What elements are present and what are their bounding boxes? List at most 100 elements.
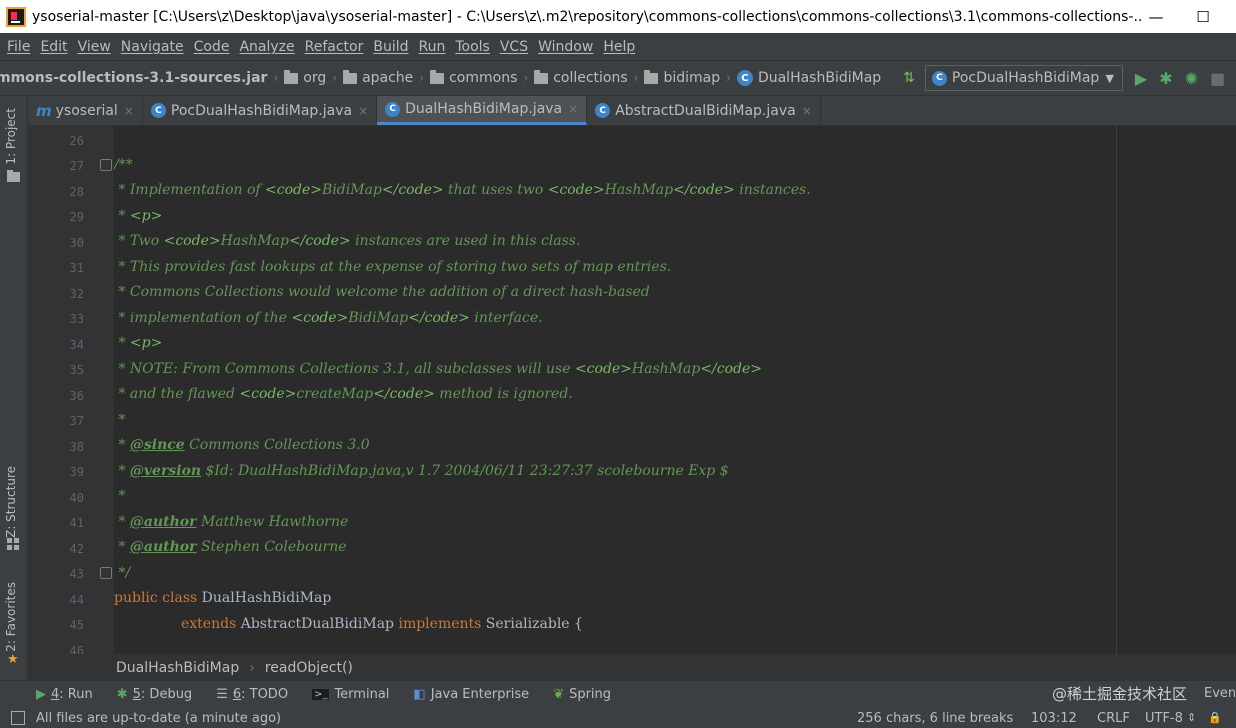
close-icon[interactable]: ×	[568, 102, 578, 116]
tab-label: PocDualHashBidiMap.java	[170, 102, 353, 119]
build-arrows-icon[interactable]: ⇅	[903, 70, 915, 86]
terminal-icon: >_	[312, 689, 330, 700]
caret-down-icon: ▼	[1105, 71, 1114, 85]
menu-tools[interactable]: Tools	[450, 39, 495, 55]
tool-label: : Debug	[140, 687, 193, 702]
menu-code[interactable]: Code	[189, 39, 235, 55]
nav-crumb-collections[interactable]: collections	[534, 69, 628, 86]
left-tool-strip: 1: Project Z: Structure 2: Favorites ★	[0, 96, 28, 680]
watermark: @稀土掘金技术社区	[1052, 685, 1188, 703]
menu-edit[interactable]: Edit	[35, 39, 72, 55]
structure-tool-tab[interactable]: Z: Structure	[4, 466, 18, 538]
chevron-right-icon: ›	[726, 71, 731, 85]
code-line-45: extends AbstractDualBidiMap implements S…	[181, 616, 583, 632]
run-tool-button[interactable]: ▶ 4: Run	[36, 687, 93, 702]
spring-tool-button[interactable]: ❦ Spring	[553, 687, 611, 702]
menu-vcs[interactable]: VCS	[495, 39, 533, 55]
line-number: 26	[69, 134, 84, 148]
tab-dual-hash-bidi-map[interactable]: C DualHashBidiMap.java ×	[377, 96, 588, 125]
nav-crumb-bidimap[interactable]: bidimap	[644, 69, 721, 86]
tab-abstract-dual-bidi-map[interactable]: C AbstractDualBidiMap.java ×	[587, 96, 821, 125]
crumb-label: org	[303, 70, 327, 86]
code-line-35: * NOTE: From Commons Collections 3.1, al…	[114, 361, 763, 377]
debug-tool-button[interactable]: ✱ 5: Debug	[117, 687, 192, 702]
tool-windows-toggle-icon[interactable]	[11, 711, 25, 725]
code-line-32: * Commons Collections would welcome the …	[114, 284, 650, 300]
menu-bar: File Edit View Navigate Code Analyze Ref…	[0, 33, 1236, 60]
lock-icon[interactable]: 🔒	[1208, 711, 1222, 724]
line-number: 33	[69, 312, 84, 326]
status-caret-position[interactable]: 103:12	[1031, 711, 1077, 726]
coverage-icon[interactable]: ✺	[1185, 69, 1198, 88]
menu-file[interactable]: File	[2, 39, 35, 55]
run-icon[interactable]: ▶	[1135, 69, 1147, 88]
nav-crumb-commons[interactable]: commons	[430, 69, 517, 86]
class-icon: C	[931, 70, 947, 86]
crumb-label: bidimap	[663, 70, 721, 86]
tab-label: ysoserial	[55, 102, 118, 119]
code-line-42: * @author Stephen Colebourne	[114, 539, 347, 555]
menu-window[interactable]: Window	[533, 39, 598, 55]
menu-navigate[interactable]: Navigate	[116, 39, 189, 55]
fold-marker-icon[interactable]	[100, 567, 112, 579]
menu-refactor[interactable]: Refactor	[300, 39, 369, 55]
menu-view[interactable]: View	[73, 39, 116, 55]
project-tool-tab[interactable]: 1: Project	[4, 108, 18, 165]
java-enterprise-tool-button[interactable]: ◧ Java Enterprise	[413, 687, 529, 702]
tool-number: 6	[232, 687, 242, 702]
favorites-tool-tab[interactable]: 2: Favorites	[4, 582, 18, 652]
stop-icon[interactable]: ■	[1210, 69, 1225, 88]
line-number: 31	[69, 261, 84, 275]
code-line-39: * @version $Id: DualHashBidiMap.java,v 1…	[114, 463, 729, 479]
breadcrumb-method[interactable]: readObject()	[265, 660, 353, 676]
debug-icon[interactable]: ✱	[1159, 69, 1172, 88]
run-configuration-dropdown[interactable]: C PocDualHashBidiMap ▼	[924, 65, 1123, 91]
code-line-38: * @since Commons Collections 3.0	[114, 437, 370, 453]
fold-marker-icon[interactable]	[100, 159, 112, 171]
line-number: 34	[69, 338, 84, 352]
code-line-27: /**	[114, 157, 133, 173]
line-number: 39	[69, 465, 84, 479]
tab-poc-dual-hash-bidi-map[interactable]: C PocDualHashBidiMap.java ×	[143, 96, 378, 125]
line-number: 36	[69, 389, 84, 403]
code-line-30: * Two <code>HashMap</code> instances are…	[114, 233, 581, 249]
folder-icon	[430, 69, 445, 84]
nav-jar-crumb[interactable]: mmons-collections-3.1-sources.jar	[0, 70, 267, 86]
folder-icon	[644, 69, 659, 84]
class-icon: C	[150, 103, 166, 118]
code-breadcrumb-bar: DualHashBidiMap › readObject()	[28, 654, 1236, 680]
line-number: 29	[69, 210, 84, 224]
line-number: 37	[69, 414, 84, 428]
breadcrumb-class[interactable]: DualHashBidiMap	[116, 660, 239, 676]
navigation-bar: mmons-collections-3.1-sources.jar › org …	[0, 60, 1236, 96]
tab-label: DualHashBidiMap.java	[405, 101, 563, 117]
menu-build[interactable]: Build	[368, 39, 413, 55]
maximize-button[interactable]: ☐	[1180, 0, 1226, 33]
code-editor[interactable]: /** * Implementation of <code>BidiMap</c…	[114, 126, 1236, 654]
menu-run[interactable]: Run	[414, 39, 451, 55]
close-icon[interactable]: ×	[358, 104, 368, 118]
tab-ysoserial[interactable]: m ysoserial ×	[28, 96, 143, 125]
close-icon[interactable]: ×	[124, 104, 134, 118]
line-number: 35	[69, 363, 84, 377]
nav-crumb-org[interactable]: org	[284, 69, 327, 86]
nav-crumb-apache[interactable]: apache	[343, 69, 413, 86]
folder-icon	[534, 69, 549, 84]
status-selection-info: 256 chars, 6 line breaks	[857, 711, 1014, 726]
menu-help[interactable]: Help	[598, 39, 640, 55]
chevron-right-icon: ›	[419, 71, 425, 85]
run-config-label: PocDualHashBidiMap	[951, 70, 1100, 86]
terminal-tool-button[interactable]: >_ Terminal	[312, 687, 389, 702]
nav-crumb-class[interactable]: C DualHashBidiMap	[736, 70, 881, 86]
editor-gutter[interactable]: 26 27 28 29 30 31 32 33 34 35 36 37 38 3…	[28, 126, 114, 654]
minimize-button[interactable]: —	[1133, 0, 1179, 33]
status-line-separator[interactable]: CRLF	[1097, 711, 1130, 726]
status-encoding[interactable]: UTF-8	[1145, 711, 1183, 726]
editor-tab-bar: m ysoserial × C PocDualHashBidiMap.java …	[28, 96, 1236, 126]
line-number: 41	[69, 516, 84, 530]
menu-analyze[interactable]: Analyze	[234, 39, 299, 55]
event-log-button[interactable]: Event Log	[1204, 686, 1236, 701]
tool-number: 4	[51, 687, 60, 702]
close-icon[interactable]: ×	[802, 104, 812, 118]
todo-tool-button[interactable]: ☰ 6: TODO	[216, 687, 288, 702]
